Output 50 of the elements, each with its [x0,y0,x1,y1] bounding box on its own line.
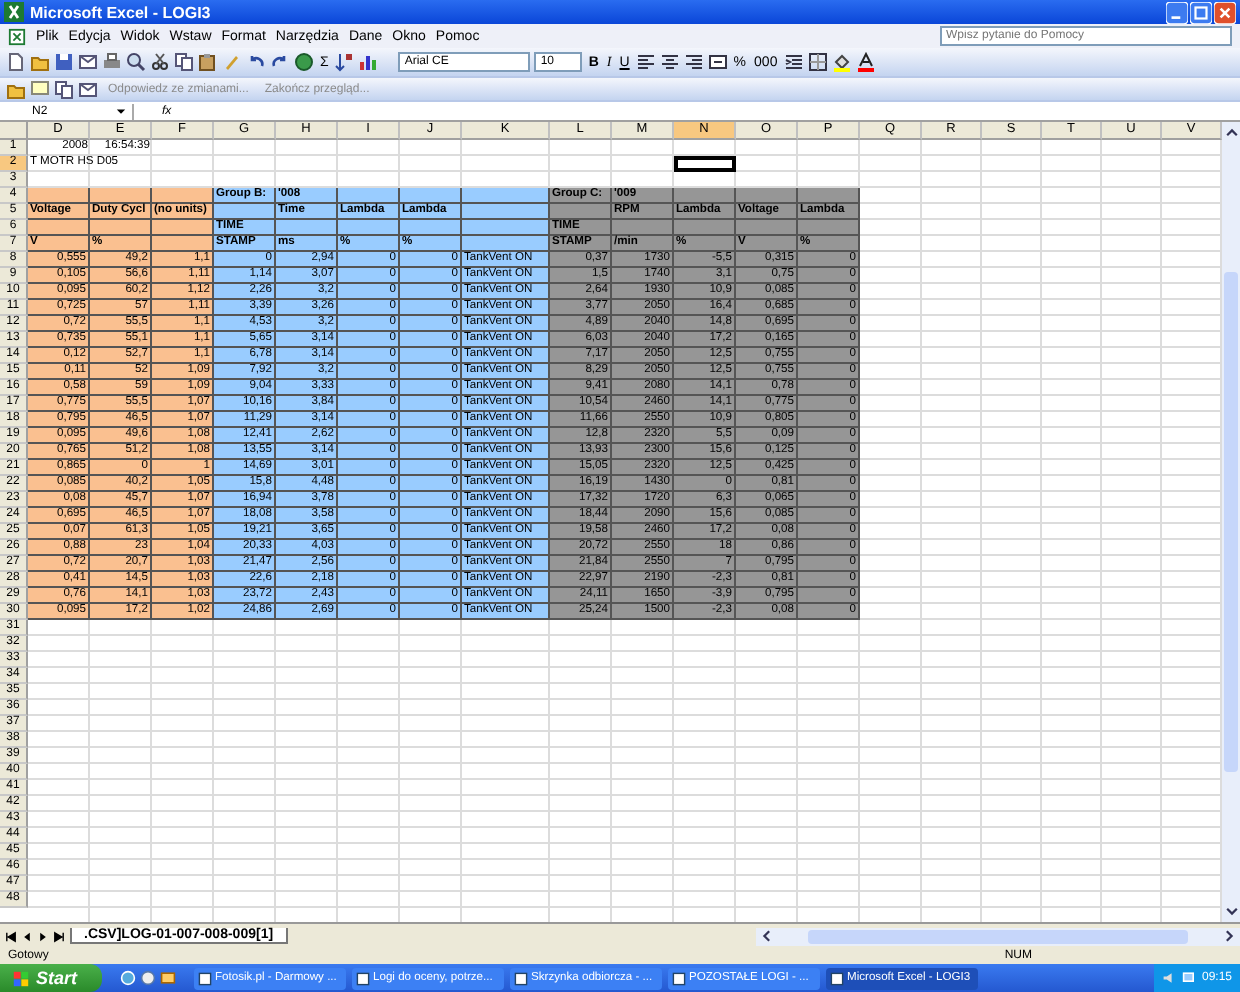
vertical-scrollbar[interactable] [1222,122,1240,922]
comment-icon[interactable] [30,79,50,99]
align-center-icon[interactable] [659,52,680,72]
indent-icon[interactable] [783,52,804,72]
font-color-icon[interactable] [855,52,876,72]
save-icon[interactable] [54,52,74,72]
window-icon [197,971,212,985]
previous-sheet-icon[interactable] [20,929,34,943]
scroll-down-icon[interactable] [1223,904,1239,920]
mail-icon[interactable] [159,970,176,986]
scroll-up-icon[interactable] [1223,124,1239,140]
mail-icon[interactable] [78,79,98,99]
start-button[interactable]: Start [0,964,102,992]
last-sheet-icon[interactable] [52,929,66,943]
copy-icon[interactable] [54,79,74,99]
windows-flag-icon [12,969,30,987]
align-right-icon[interactable] [683,52,704,72]
borders-icon[interactable] [807,52,828,72]
scissors-icon[interactable] [150,52,170,72]
chart-icon[interactable] [358,52,379,72]
maximize-button[interactable] [1190,1,1212,23]
first-sheet-icon[interactable] [4,929,18,943]
scroll-thumb[interactable] [1224,272,1238,772]
scroll-left-icon[interactable] [758,928,774,944]
print-icon[interactable] [102,52,122,72]
window-icon [671,971,686,985]
window-icon [829,971,844,985]
minimize-button[interactable] [1166,1,1188,23]
scroll-right-icon[interactable] [1222,928,1238,944]
window-icon [513,971,528,985]
active-cell[interactable] [674,156,736,172]
mail-icon[interactable] [78,52,98,72]
window-title: Microsoft Excel - LOGI3 [30,3,213,21]
fill-color-icon[interactable] [831,52,852,72]
merge-icon[interactable] [707,52,728,72]
redo-icon[interactable] [270,52,290,72]
clipboard-icon[interactable] [198,52,218,72]
sort-icon[interactable] [334,52,355,72]
spreadsheet-icon [4,2,24,22]
copy-icon[interactable] [174,52,194,72]
window-icon [355,971,370,985]
magnifier-icon[interactable] [126,52,146,72]
scroll-thumb[interactable] [808,929,1188,943]
align-left-icon[interactable] [635,52,656,72]
close-button[interactable] [1214,1,1236,23]
new-document-icon[interactable] [6,52,26,72]
spreadsheet-icon [8,27,26,45]
next-sheet-icon[interactable] [36,929,50,943]
undo-icon[interactable] [246,52,266,72]
horizontal-scrollbar[interactable] [756,927,1240,945]
